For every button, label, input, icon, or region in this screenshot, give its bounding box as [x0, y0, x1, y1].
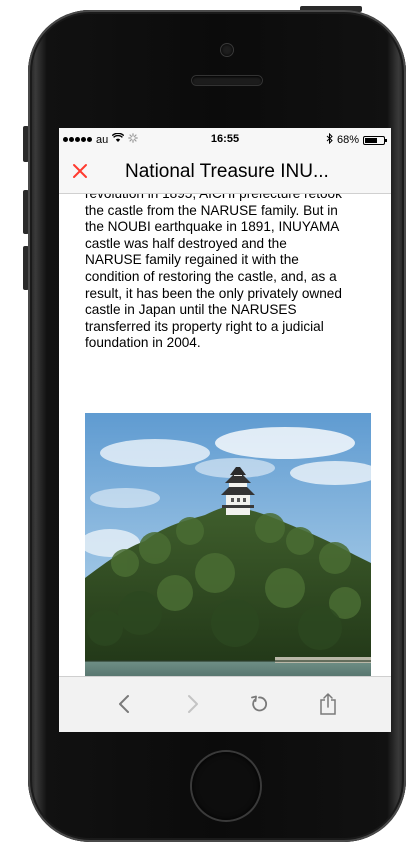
- forward-icon: [188, 695, 198, 713]
- page: au 16:55 68% National Treasure INU... th…: [0, 0, 410, 848]
- forward-button[interactable]: [180, 691, 206, 717]
- article-line: result, it has been the only privately o…: [85, 285, 342, 301]
- article-line: the NOUBI earthquake in 1891, INUYAMA: [85, 219, 340, 235]
- article-line: transferred its property right to a judi…: [85, 318, 324, 334]
- web-content[interactable]: revolution in 1895, AICHI prefecture ret…: [59, 194, 391, 676]
- battery-fill: [365, 137, 377, 143]
- battery-icon: [363, 135, 387, 145]
- status-bar: au 16:55 68%: [59, 128, 391, 150]
- article-line: NARUSE family regained it with the: [85, 252, 299, 268]
- bluetooth-icon: [326, 132, 333, 147]
- phone-screen: au 16:55 68% National Treasure INU... th…: [59, 128, 391, 732]
- article-line: foundation in 2004.: [85, 335, 201, 351]
- earpiece-speaker: [192, 76, 262, 85]
- article-line: castle in Japan until the NARUSES: [85, 302, 297, 318]
- home-button: [192, 752, 260, 820]
- battery-percent: 68%: [336, 134, 359, 146]
- castle-photo: [85, 413, 371, 676]
- front-camera: [221, 44, 233, 56]
- navigation-bar: National Treasure INU...: [59, 150, 391, 194]
- close-button[interactable]: [67, 158, 93, 184]
- reload-icon: [251, 695, 268, 712]
- close-icon: [73, 164, 87, 178]
- page-title: National Treasure INU...: [125, 161, 329, 182]
- article-line: castle was half destroyed and the: [85, 235, 287, 251]
- status-right: 68%: [326, 132, 387, 147]
- article-line: condition of restoring the castle, and, …: [85, 268, 337, 284]
- share-icon: [320, 693, 336, 715]
- reload-button[interactable]: [246, 691, 272, 717]
- back-icon: [119, 695, 129, 713]
- article-text: revolution in 1895, AICHI prefecture ret…: [85, 194, 385, 352]
- article-line: revolution in 1895, AICHI prefecture ret…: [85, 194, 385, 203]
- article-line: the castle from the NARUSE family. But i…: [85, 202, 338, 218]
- share-button[interactable]: [315, 691, 341, 717]
- browser-toolbar: [59, 676, 391, 732]
- back-button[interactable]: [111, 691, 137, 717]
